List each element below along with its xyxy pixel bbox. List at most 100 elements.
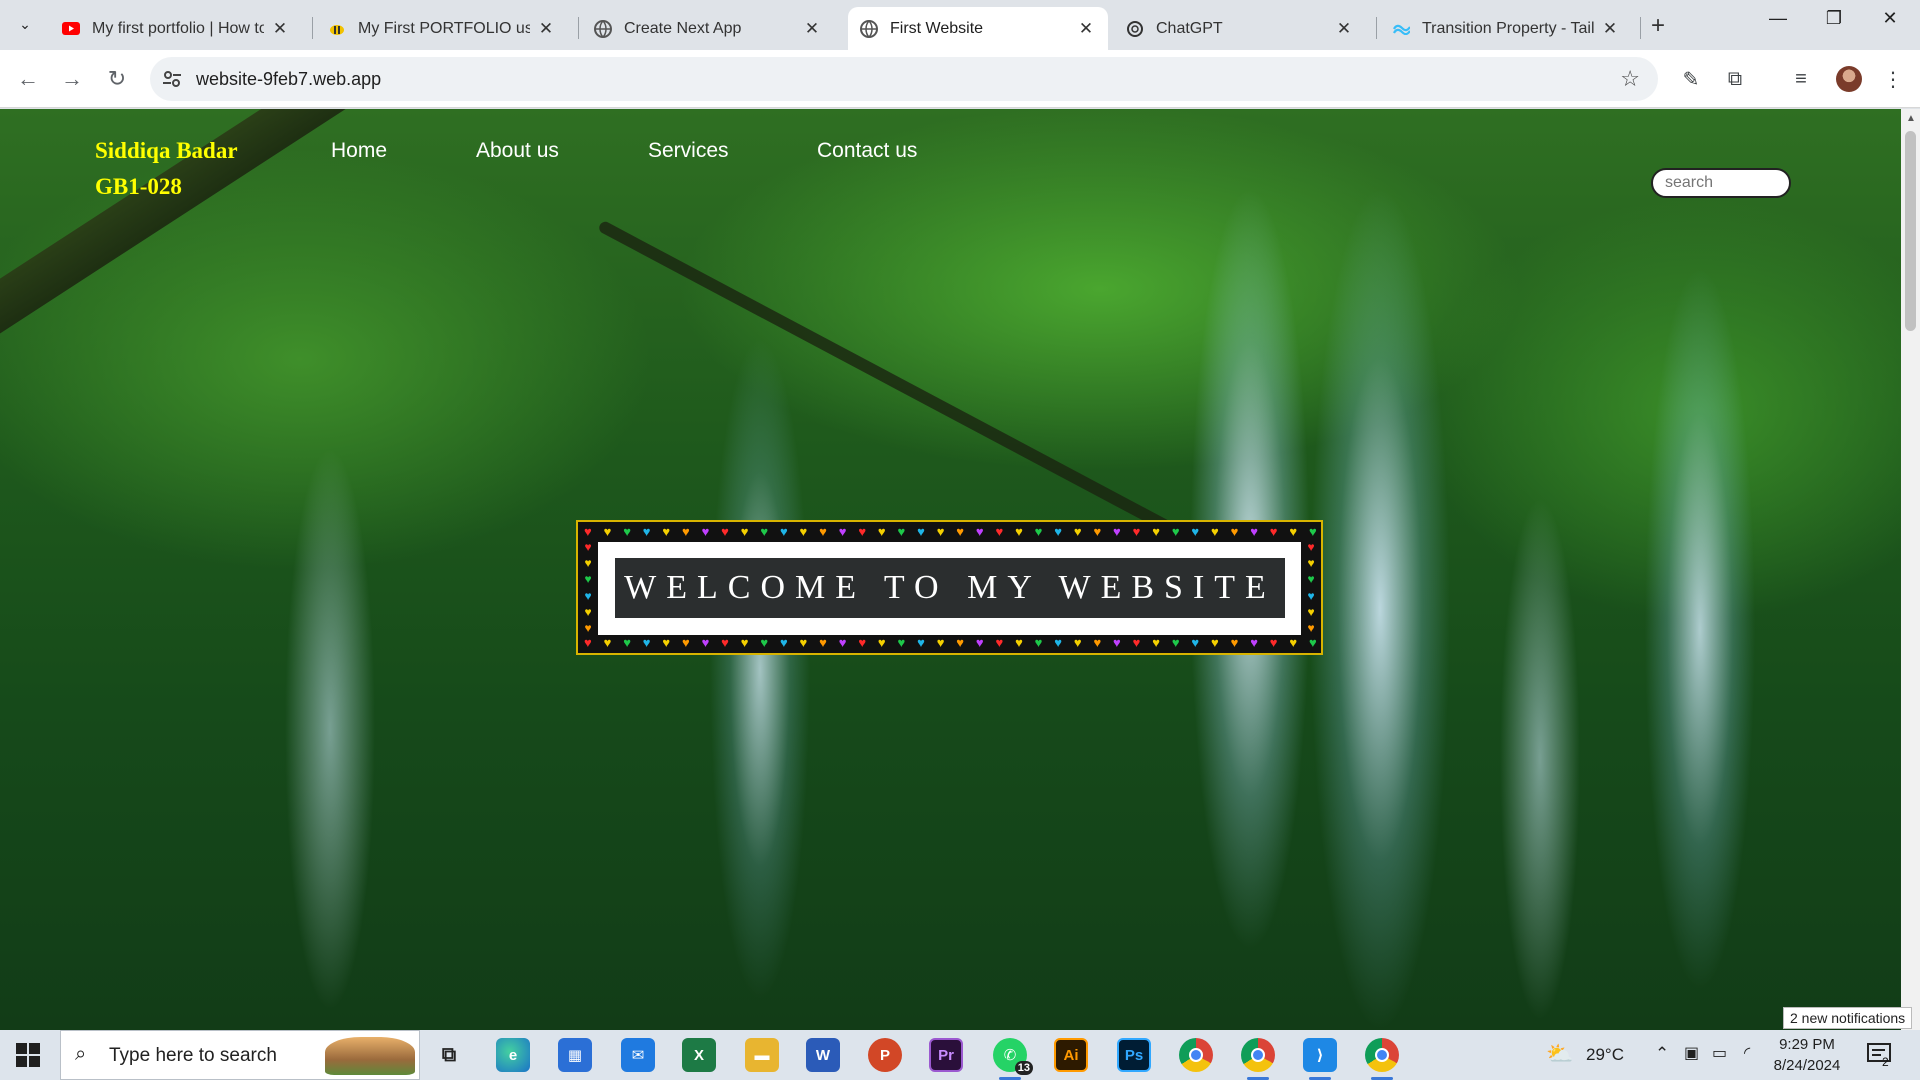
scroll-up-arrow-icon[interactable]: ▲ — [1906, 113, 1916, 124]
tab-first-website[interactable]: First Website ✕ — [848, 7, 1108, 50]
heart-ornament: ♥ — [1230, 635, 1239, 650]
heart-ornament: ♥ — [799, 524, 808, 539]
tab-title: First Website — [890, 19, 984, 37]
heart-ornament: ♥ — [1191, 524, 1200, 539]
heart-ornament: ♥ — [603, 635, 612, 650]
tab-tailwind[interactable]: Transition Property - Tailw ✕ — [1380, 7, 1632, 50]
heart-ornament: ♥ — [1307, 620, 1315, 635]
heart-ornament: ♥ — [681, 524, 690, 539]
task-view-icon[interactable]: ⧉ — [432, 1038, 466, 1072]
extensions-icon[interactable]: ⧉ — [1720, 64, 1750, 94]
heart-ornament: ♥ — [799, 635, 808, 650]
bookmark-star-icon[interactable]: ☆ — [1620, 66, 1640, 92]
premiere-pro-icon[interactable]: Pr — [929, 1038, 963, 1072]
windows-start-icon[interactable] — [16, 1043, 40, 1067]
heart-ornament: ♥ — [1250, 524, 1258, 539]
chrome-profile-2-icon[interactable] — [1365, 1038, 1399, 1080]
media-control-icon[interactable]: ≡ — [1786, 64, 1816, 94]
close-window-button[interactable]: ✕ — [1870, 8, 1910, 29]
heart-ornament: ♥ — [1307, 572, 1315, 587]
heart-ornament: ♥ — [603, 524, 612, 539]
tab-title: Create Next App — [624, 19, 742, 37]
tab-portfolio[interactable]: My First PORTFOLIO using ✕ — [316, 7, 568, 50]
heart-ornament: ♥ — [662, 524, 671, 539]
heart-ornament: ♥ — [721, 635, 729, 650]
edge-icon[interactable]: e — [496, 1038, 530, 1072]
heart-ornament: ♥ — [1211, 635, 1219, 650]
eyedropper-icon[interactable]: ✎ — [1676, 64, 1706, 94]
wifi-icon[interactable]: ◜ — [1744, 1043, 1750, 1063]
scrollbar-thumb[interactable] — [1905, 131, 1916, 331]
close-icon[interactable]: ✕ — [536, 19, 556, 39]
tab-youtube-portfolio[interactable]: My first portfolio | How to ✕ — [50, 7, 302, 50]
illustrator-icon[interactable]: Ai — [1054, 1038, 1088, 1072]
forward-button[interactable]: → — [57, 64, 87, 94]
new-tab-button[interactable]: + — [1651, 12, 1665, 40]
minimize-button[interactable]: — — [1758, 8, 1798, 29]
heart-ornament: ♥ — [1073, 635, 1082, 650]
heart-ornament: ♥ — [1171, 524, 1180, 539]
nav-about-us[interactable]: About us — [476, 139, 559, 163]
mail-icon[interactable]: ✉ — [621, 1038, 655, 1072]
heart-ornament: ♥ — [1307, 604, 1315, 619]
system-clock[interactable]: 9:29 PM 8/24/2024 — [1771, 1034, 1843, 1076]
file-explorer-icon[interactable]: ▬ — [745, 1038, 779, 1072]
taskbar-search-box[interactable]: ⌕ Type here to search — [60, 1030, 420, 1080]
battery-icon[interactable]: ▭ — [1712, 1043, 1727, 1063]
show-hidden-icons-icon[interactable]: ⌃ — [1655, 1044, 1669, 1064]
search-input[interactable] — [1651, 168, 1791, 198]
search-icon: ⌕ — [75, 1043, 87, 1065]
more-menu-icon[interactable]: ⋮ — [1878, 64, 1908, 94]
page-scrollbar[interactable]: ▲ — [1901, 109, 1920, 1030]
heart-ornament: ♥ — [936, 524, 945, 539]
heart-ornament: ♥ — [1289, 635, 1298, 650]
back-button[interactable]: ← — [13, 64, 43, 94]
meet-now-icon[interactable]: ▣ — [1684, 1043, 1699, 1063]
close-icon[interactable]: ✕ — [802, 19, 822, 39]
powerpoint-icon[interactable]: P — [868, 1038, 902, 1072]
word-icon[interactable]: W — [806, 1038, 840, 1072]
tab-title: My First PORTFOLIO using — [358, 19, 530, 37]
close-icon[interactable]: ✕ — [1600, 19, 1620, 39]
close-icon[interactable]: ✕ — [1076, 19, 1096, 39]
heart-ornament: ♥ — [1054, 635, 1062, 650]
close-icon[interactable]: ✕ — [1334, 19, 1354, 39]
profile-avatar[interactable] — [1836, 66, 1862, 92]
heart-ornament: ♥ — [584, 588, 592, 603]
nav-contact-us[interactable]: Contact us — [817, 139, 917, 163]
heart-ornament: ♥ — [779, 524, 788, 539]
excel-icon[interactable]: X — [682, 1038, 716, 1072]
tab-create-next-app[interactable]: Create Next App ✕ — [582, 7, 834, 50]
heart-ornament: ♥ — [681, 635, 690, 650]
weather-temperature[interactable]: 29°C — [1586, 1045, 1624, 1065]
welcome-banner-frame: ♥ ♥ ♥ ♥ ♥ ♥ ♥ ♥ ♥ ♥ ♥ ♥ ♥ ♥ ♥ ♥ ♥ ♥ ♥ ♥ ♥ ♥ ♥ ♥ ♥ ♥ ♥ ♥ ♥ ♥ ♥ ♥ ♥ ♥ ♥ ♥ ♥ ♥ ♥… — [576, 520, 1323, 655]
microsoft-store-icon[interactable]: ▦ — [558, 1038, 592, 1072]
vscode-icon[interactable]: ⟩ — [1303, 1038, 1337, 1080]
weather-icon[interactable]: ⛅ — [1546, 1041, 1573, 1067]
chrome-profile-icon[interactable] — [1241, 1038, 1275, 1080]
tab-chatgpt[interactable]: ChatGPT ✕ — [1114, 7, 1366, 50]
nav-home[interactable]: Home — [331, 139, 387, 163]
whatsapp-icon[interactable]: ✆ 13 — [993, 1038, 1033, 1080]
nav-services[interactable]: Services — [648, 139, 729, 163]
tab-title: ChatGPT — [1156, 19, 1223, 37]
heart-ornament: ♥ — [819, 635, 827, 650]
heart-ornament: ♥ — [721, 524, 729, 539]
browser-toolbar: ← → ↻ website-9feb7.web.app ☆ ✎ ⧉ ≡ ⋮ — [0, 50, 1920, 108]
heart-ornament: ♥ — [740, 635, 749, 650]
site-settings-icon[interactable] — [162, 69, 182, 89]
minimize-icon: — — [1769, 8, 1787, 28]
close-icon[interactable]: ✕ — [270, 19, 290, 39]
notification-toast[interactable]: 2 new notifications — [1783, 1007, 1913, 1029]
reload-button[interactable]: ↻ — [102, 64, 132, 94]
address-bar[interactable]: website-9feb7.web.app ☆ — [150, 57, 1658, 101]
restore-button[interactable]: ❐ — [1814, 8, 1854, 29]
photoshop-icon[interactable]: Ps — [1117, 1038, 1151, 1072]
chrome-icon[interactable] — [1179, 1038, 1213, 1072]
heart-ornament: ♥ — [1113, 635, 1121, 650]
tab-search-button[interactable]: ⌄ — [12, 11, 38, 37]
close-icon: ✕ — [1882, 8, 1898, 28]
heart-ornament: ♥ — [1307, 540, 1315, 554]
heart-ornament: ♥ — [1093, 524, 1102, 539]
tab-divider — [1640, 17, 1641, 39]
